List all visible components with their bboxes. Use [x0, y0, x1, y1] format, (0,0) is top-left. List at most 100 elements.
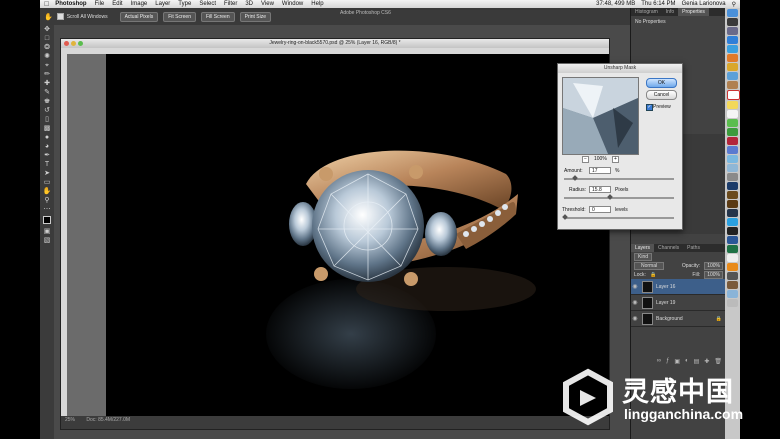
- link-layers-icon[interactable]: ∞: [657, 358, 661, 366]
- apple-icon[interactable]: : [44, 1, 49, 8]
- chrome-icon[interactable]: [727, 63, 738, 71]
- hand-tool-preset-icon[interactable]: ✋: [44, 13, 53, 21]
- quick-select-tool-icon[interactable]: ✺: [42, 53, 52, 61]
- blur-tool-icon[interactable]: ●: [42, 134, 52, 142]
- zoom-window-icon[interactable]: [78, 41, 83, 46]
- gradient-tool-icon[interactable]: ▩: [42, 125, 52, 133]
- zoom-tool-icon[interactable]: ⚲: [42, 197, 52, 205]
- system-prefs-icon[interactable]: [727, 173, 738, 181]
- tab-layers[interactable]: Layers: [631, 244, 655, 252]
- cancel-button[interactable]: Cancel: [646, 90, 677, 100]
- layer-row-background[interactable]: ◉ Background 🔒: [631, 311, 726, 327]
- dodge-tool-icon[interactable]: ◕: [42, 143, 52, 151]
- color-swatches-icon[interactable]: [42, 215, 54, 227]
- lock-icon[interactable]: 🔒: [650, 272, 656, 278]
- radius-field[interactable]: 15.8: [589, 186, 611, 193]
- history-brush-tool-icon[interactable]: ↺: [42, 107, 52, 115]
- eraser-tool-icon[interactable]: ▯: [42, 116, 52, 124]
- downloads-stack-icon[interactable]: [727, 290, 738, 298]
- more-tools-icon[interactable]: ⋯: [42, 206, 52, 214]
- visibility-eye-icon[interactable]: ◉: [631, 283, 639, 290]
- move-tool-icon[interactable]: ✥: [42, 26, 52, 34]
- safari-icon[interactable]: [727, 45, 738, 53]
- new-adjustment-icon[interactable]: ◐: [685, 358, 689, 366]
- menu-window[interactable]: Window: [282, 1, 303, 7]
- close-window-icon[interactable]: [64, 41, 69, 46]
- print-size-button[interactable]: Print Size: [239, 11, 272, 22]
- word-icon[interactable]: [727, 236, 738, 244]
- spotlight-icon[interactable]: ⚲: [732, 1, 736, 8]
- illustrator-icon[interactable]: [727, 200, 738, 208]
- bridge-icon[interactable]: [727, 191, 738, 199]
- textedit-icon[interactable]: [727, 254, 738, 262]
- document-titlebar[interactable]: Jewelry-ring-on-black5570.psd @ 25% (Lay…: [61, 39, 609, 48]
- photoshop-icon[interactable]: [727, 182, 738, 190]
- tab-histogram[interactable]: Histogram: [631, 8, 662, 16]
- messages-icon[interactable]: [727, 119, 738, 127]
- menu-view[interactable]: View: [261, 1, 274, 7]
- path-select-tool-icon[interactable]: ➤: [42, 170, 52, 178]
- menu-app[interactable]: Photoshop: [55, 1, 86, 7]
- brush-tool-icon[interactable]: ✎: [42, 89, 52, 97]
- ok-button[interactable]: OK: [646, 78, 677, 88]
- threshold-slider[interactable]: [564, 217, 674, 219]
- layer-kind-select[interactable]: Kind: [634, 252, 653, 261]
- zoom-level[interactable]: 25%: [65, 417, 75, 423]
- eyedropper-tool-icon[interactable]: ✏: [42, 71, 52, 79]
- new-group-icon[interactable]: ▤: [694, 358, 700, 366]
- tab-info[interactable]: Info: [662, 8, 678, 16]
- tab-paths[interactable]: Paths: [683, 244, 704, 252]
- menu-layer[interactable]: Layer: [155, 1, 170, 7]
- preview-checkbox[interactable]: ✓: [646, 104, 653, 111]
- reminders-icon[interactable]: [727, 110, 738, 118]
- fill-field[interactable]: 100%: [704, 270, 723, 279]
- skype-icon[interactable]: [727, 218, 738, 226]
- zoom-out-icon[interactable]: −: [582, 156, 589, 163]
- clock[interactable]: Thu 6:14 PM: [641, 1, 675, 8]
- mail-icon[interactable]: [727, 72, 738, 80]
- visibility-eye-icon[interactable]: ◉: [631, 315, 639, 322]
- menu-image[interactable]: Image: [131, 1, 148, 7]
- layer-row-layer-16[interactable]: ◉ Layer 16: [631, 279, 726, 295]
- screen-mode-icon[interactable]: ▧: [42, 237, 52, 245]
- menu-help[interactable]: Help: [311, 1, 323, 7]
- crop-tool-icon[interactable]: ⌖: [42, 62, 52, 70]
- menu-select[interactable]: Select: [199, 1, 216, 7]
- pen-tool-icon[interactable]: ✒: [42, 152, 52, 160]
- hand-tool-icon[interactable]: ✋: [42, 188, 52, 196]
- radius-slider[interactable]: [564, 197, 674, 199]
- ruler-left[interactable]: [61, 54, 67, 416]
- contacts-icon[interactable]: [727, 81, 738, 89]
- tab-properties[interactable]: Properties: [678, 8, 709, 16]
- new-layer-icon[interactable]: ✚: [704, 358, 709, 366]
- quick-mask-icon[interactable]: ▣: [42, 228, 52, 236]
- fill-screen-button[interactable]: Fill Screen: [201, 11, 235, 22]
- mission-control-icon[interactable]: [727, 27, 738, 35]
- firefox-icon[interactable]: [727, 54, 738, 62]
- user-name[interactable]: Genia Larionova: [682, 1, 726, 8]
- excel-icon[interactable]: [727, 245, 738, 253]
- finder-icon[interactable]: [727, 9, 738, 17]
- amount-field[interactable]: 17: [589, 167, 611, 174]
- trash-icon[interactable]: [727, 299, 738, 307]
- menu-type[interactable]: Type: [178, 1, 191, 7]
- filter-preview[interactable]: [562, 77, 639, 155]
- menu-file[interactable]: File: [95, 1, 105, 7]
- doc-info[interactable]: Doc: 85.4M/227.0M: [86, 417, 130, 423]
- preview-icon[interactable]: [727, 164, 738, 172]
- clone-stamp-tool-icon[interactable]: ♚: [42, 98, 52, 106]
- vlc-icon[interactable]: [727, 263, 738, 271]
- layer-row-layer-19[interactable]: ◉ Layer 19: [631, 295, 726, 311]
- opacity-field[interactable]: 100%: [704, 261, 723, 270]
- type-tool-icon[interactable]: T: [42, 161, 52, 169]
- menu-3d[interactable]: 3D: [245, 1, 253, 7]
- chess-icon[interactable]: [727, 281, 738, 289]
- healing-tool-icon[interactable]: ✚: [42, 80, 52, 88]
- visibility-eye-icon[interactable]: ◉: [631, 299, 639, 306]
- scroll-all-windows-checkbox[interactable]: [56, 13, 64, 20]
- menu-edit[interactable]: Edit: [112, 1, 122, 7]
- facetime-icon[interactable]: [727, 128, 738, 136]
- shape-tool-icon[interactable]: ▭: [42, 179, 52, 187]
- photo-booth-icon[interactable]: [727, 137, 738, 145]
- fx-icon[interactable]: ƒ: [666, 358, 669, 366]
